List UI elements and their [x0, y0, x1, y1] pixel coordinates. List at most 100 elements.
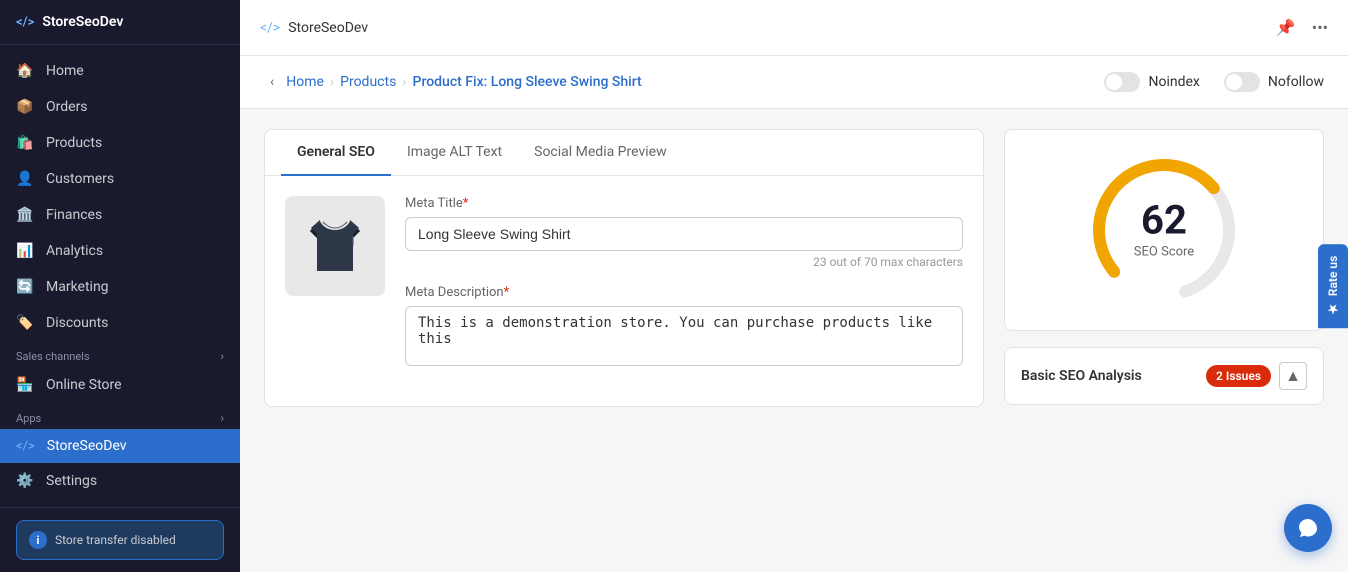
back-button[interactable]: ‹ [264, 72, 280, 92]
chat-button[interactable] [1284, 504, 1332, 552]
meta-title-input[interactable] [405, 217, 963, 251]
top-bar-right: 📌 ••• [1276, 18, 1328, 37]
seo-score-label: SEO Score [1134, 245, 1194, 260]
content-body: General SEO Image ALT Text Social Media … [240, 109, 1348, 572]
sidebar-label-home: Home [46, 63, 84, 79]
customers-icon: 👤 [16, 170, 34, 188]
apps-label: Apps [16, 412, 41, 425]
sidebar-label-marketing: Marketing [46, 279, 109, 295]
apps-chevron: › [220, 411, 224, 425]
sidebar-item-home[interactable]: 🏠 Home [0, 53, 240, 89]
top-bar: </> StoreSeoDev 📌 ••• [240, 0, 1348, 56]
settings-icon: ⚙️ [16, 472, 34, 490]
orders-icon: 📦 [16, 98, 34, 116]
rate-us-tab[interactable]: ★ Rate us [1318, 244, 1348, 328]
sidebar-item-storeseodev[interactable]: </> StoreSeoDev [0, 429, 240, 463]
seo-score-card: 62 SEO Score [1004, 129, 1324, 331]
tab-general-seo[interactable]: General SEO [281, 130, 391, 176]
right-panel: 62 SEO Score Basic SEO Analysis 2 Issues… [1004, 129, 1324, 552]
card-body: Meta Title* 23 out of 70 max characters … [265, 176, 983, 406]
topbar-code-icon: </> [260, 20, 280, 36]
sidebar-item-products[interactable]: 🛍️ Products [0, 125, 240, 161]
form-area: Meta Title* 23 out of 70 max characters … [405, 196, 963, 386]
sidebar-label-settings: Settings [46, 473, 97, 489]
rate-us-label: Rate us [1326, 256, 1340, 296]
breadcrumb: ‹ Home › Products › Product Fix: Long Sl… [264, 72, 642, 92]
store-transfer-label: Store transfer disabled [55, 533, 176, 547]
seo-score-number: 62 [1134, 201, 1194, 241]
issues-badge: 2 Issues [1206, 365, 1271, 387]
sidebar-label-customers: Customers [46, 171, 114, 187]
nofollow-label: Nofollow [1268, 74, 1324, 90]
meta-description-input[interactable]: This is a demonstration store. You can p… [405, 306, 963, 366]
chevron-up-icon: ▲ [1285, 366, 1301, 386]
seo-score-center: 62 SEO Score [1134, 201, 1194, 260]
topbar-app-name: StoreSeoDev [288, 20, 368, 36]
sidebar-footer: i Store transfer disabled [0, 507, 240, 572]
page-area: ‹ Home › Products › Product Fix: Long Sl… [240, 56, 1348, 572]
main-content: </> StoreSeoDev 📌 ••• ‹ Home › Products … [240, 0, 1348, 572]
meta-title-hint: 23 out of 70 max characters [405, 255, 963, 269]
breadcrumb-controls: Noindex Nofollow [1104, 72, 1324, 92]
sidebar-item-discounts[interactable]: 🏷️ Discounts [0, 305, 240, 341]
breadcrumb-products[interactable]: Products [340, 74, 396, 90]
noindex-toggle[interactable] [1104, 72, 1140, 92]
more-options-icon[interactable]: ••• [1312, 18, 1328, 37]
sidebar-item-settings[interactable]: ⚙️ Settings [0, 463, 240, 499]
breadcrumb-sep-2: › [402, 74, 406, 90]
sidebar-item-online-store[interactable]: 🏪 Online Store [0, 367, 240, 403]
sidebar-item-customers[interactable]: 👤 Customers [0, 161, 240, 197]
tabs: General SEO Image ALT Text Social Media … [265, 130, 983, 176]
finances-icon: 🏛️ [16, 206, 34, 224]
breadcrumb-current: Product Fix: Long Sleeve Swing Shirt [413, 74, 642, 90]
left-panel: General SEO Image ALT Text Social Media … [264, 129, 984, 552]
sidebar-label-products: Products [46, 135, 102, 151]
pin-icon[interactable]: 📌 [1276, 18, 1296, 37]
meta-description-label: Meta Description* [405, 285, 963, 300]
seo-analysis-label: Basic SEO Analysis [1021, 368, 1142, 384]
meta-title-label: Meta Title* [405, 196, 963, 211]
product-thumbnail [285, 196, 385, 296]
chat-icon [1296, 516, 1320, 540]
sidebar-nav: 🏠 Home 📦 Orders 🛍️ Products 👤 Customers … [0, 45, 240, 507]
sales-channels-chevron: › [220, 349, 224, 363]
sales-channels-label: Sales channels [16, 350, 90, 363]
sidebar-label-online-store: Online Store [46, 377, 122, 393]
sidebar-label-discounts: Discounts [46, 315, 108, 331]
expand-button[interactable]: ▲ [1279, 362, 1307, 390]
sidebar-app-name: StoreSeoDev [42, 14, 123, 30]
sidebar-item-marketing[interactable]: 🔄 Marketing [0, 269, 240, 305]
storeseodev-icon: </> [16, 439, 35, 454]
products-icon: 🛍️ [16, 134, 34, 152]
noindex-label: Noindex [1148, 74, 1199, 90]
sidebar-label-analytics: Analytics [46, 243, 103, 259]
marketing-icon: 🔄 [16, 278, 34, 296]
home-icon: 🏠 [16, 62, 34, 80]
sidebar-header: </> StoreSeoDev [0, 0, 240, 45]
sidebar-item-finances[interactable]: 🏛️ Finances [0, 197, 240, 233]
breadcrumb-bar: ‹ Home › Products › Product Fix: Long Sl… [240, 56, 1348, 109]
main-card: General SEO Image ALT Text Social Media … [264, 129, 984, 407]
analytics-icon: 📊 [16, 242, 34, 260]
info-icon: i [29, 531, 47, 549]
online-store-icon: 🏪 [16, 376, 34, 394]
sidebar-item-analytics[interactable]: 📊 Analytics [0, 233, 240, 269]
tab-social-media-preview[interactable]: Social Media Preview [518, 130, 682, 176]
breadcrumb-home[interactable]: Home [286, 74, 324, 90]
nofollow-toggle[interactable] [1224, 72, 1260, 92]
tab-image-alt-text[interactable]: Image ALT Text [391, 130, 518, 176]
top-bar-left: </> StoreSeoDev [260, 20, 368, 36]
sales-channels-section: Sales channels › [0, 341, 240, 367]
sidebar-label-storeseodev: StoreSeoDev [47, 438, 127, 454]
sidebar: </> StoreSeoDev 🏠 Home 📦 Orders 🛍️ Produ… [0, 0, 240, 572]
breadcrumb-sep-1: › [330, 74, 334, 90]
sidebar-item-orders[interactable]: 📦 Orders [0, 89, 240, 125]
seo-analysis-right: 2 Issues ▲ [1206, 362, 1307, 390]
code-icon: </> [16, 15, 34, 30]
star-icon: ★ [1326, 302, 1340, 316]
store-transfer-banner: i Store transfer disabled [16, 520, 224, 560]
meta-description-field-group: Meta Description* This is a demonstratio… [405, 285, 963, 370]
meta-title-field-group: Meta Title* 23 out of 70 max characters [405, 196, 963, 269]
sidebar-label-orders: Orders [46, 99, 88, 115]
sidebar-label-finances: Finances [46, 207, 102, 223]
